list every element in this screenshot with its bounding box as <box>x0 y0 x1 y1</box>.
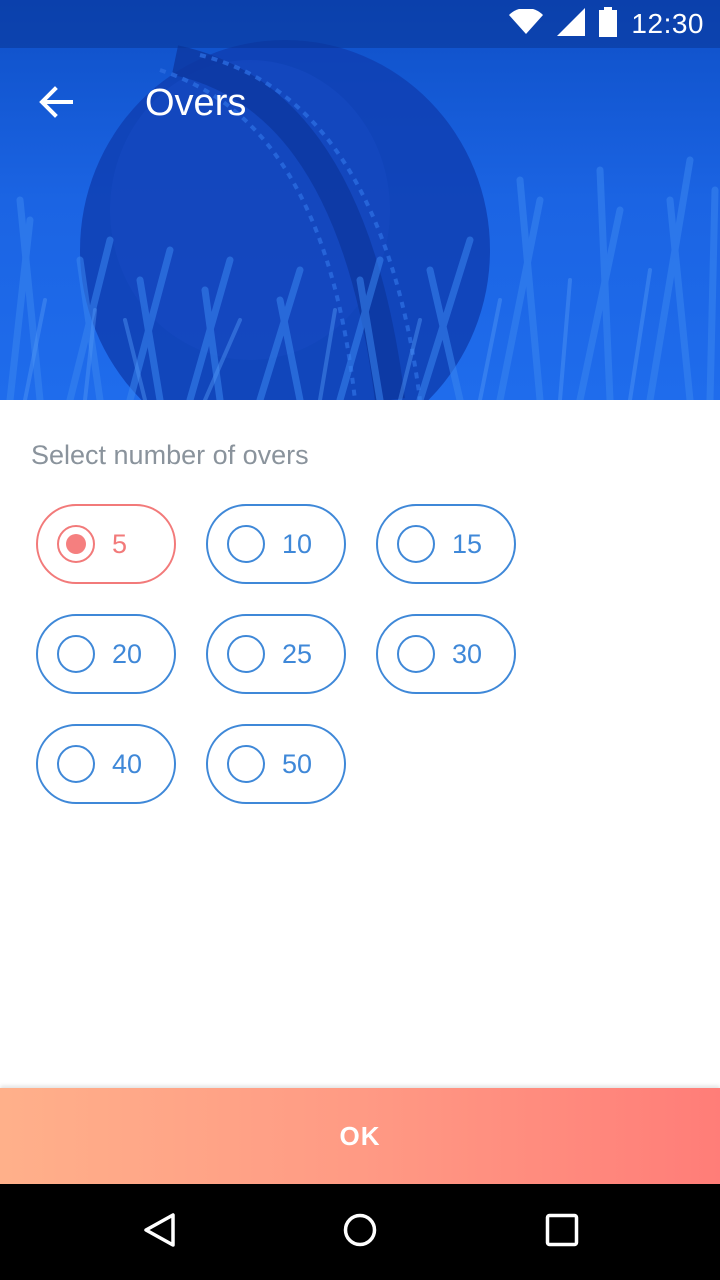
overs-option-5[interactable]: 5 <box>36 504 176 584</box>
overs-option-40[interactable]: 40 <box>36 724 176 804</box>
overs-value: 30 <box>452 639 483 669</box>
radio-unselected-icon <box>227 525 265 563</box>
ok-button-label: OK <box>339 1120 381 1151</box>
select-overs-label: Select number of overs <box>31 440 309 470</box>
status-bar: 12:30 <box>0 0 720 48</box>
overs-value: 20 <box>112 639 143 669</box>
overs-value: 40 <box>112 749 143 779</box>
radio-unselected-icon <box>57 745 95 783</box>
overs-option-20[interactable]: 20 <box>36 614 176 694</box>
home-circle-icon <box>342 1212 378 1252</box>
overs-option-25[interactable]: 25 <box>206 614 346 694</box>
overs-value: 5 <box>112 529 128 559</box>
overs-option-15[interactable]: 15 <box>376 504 516 584</box>
overs-value: 50 <box>282 749 313 779</box>
radio-unselected-icon <box>57 635 95 673</box>
overs-value: 10 <box>282 529 313 559</box>
radio-unselected-icon <box>397 635 435 673</box>
nav-back-button[interactable] <box>124 1196 196 1268</box>
status-time: 12:30 <box>631 8 704 39</box>
overs-option-30[interactable]: 30 <box>376 614 516 694</box>
radio-unselected-icon <box>227 635 265 673</box>
back-button[interactable] <box>24 72 88 136</box>
system-nav-bar <box>0 1184 720 1280</box>
ok-button[interactable]: OK <box>0 1088 720 1184</box>
overs-value: 15 <box>452 529 483 559</box>
nav-home-button[interactable] <box>324 1196 396 1268</box>
battery-icon <box>599 7 618 41</box>
toolbar: Overs <box>0 48 720 160</box>
nav-recents-button[interactable] <box>526 1196 598 1268</box>
overs-option-50[interactable]: 50 <box>206 724 346 804</box>
back-triangle-icon <box>142 1212 178 1252</box>
radio-unselected-icon <box>397 525 435 563</box>
overs-option-10[interactable]: 10 <box>206 504 346 584</box>
arrow-left-icon <box>38 84 74 124</box>
wifi-icon <box>509 7 544 39</box>
signal-icon <box>557 8 586 40</box>
page-title: Overs <box>145 82 247 124</box>
overs-value: 25 <box>282 639 313 669</box>
recents-square-icon <box>545 1213 579 1251</box>
radio-selected-icon <box>57 525 95 563</box>
radio-unselected-icon <box>227 745 265 783</box>
header-banner: 12:30 Overs <box>0 0 720 400</box>
